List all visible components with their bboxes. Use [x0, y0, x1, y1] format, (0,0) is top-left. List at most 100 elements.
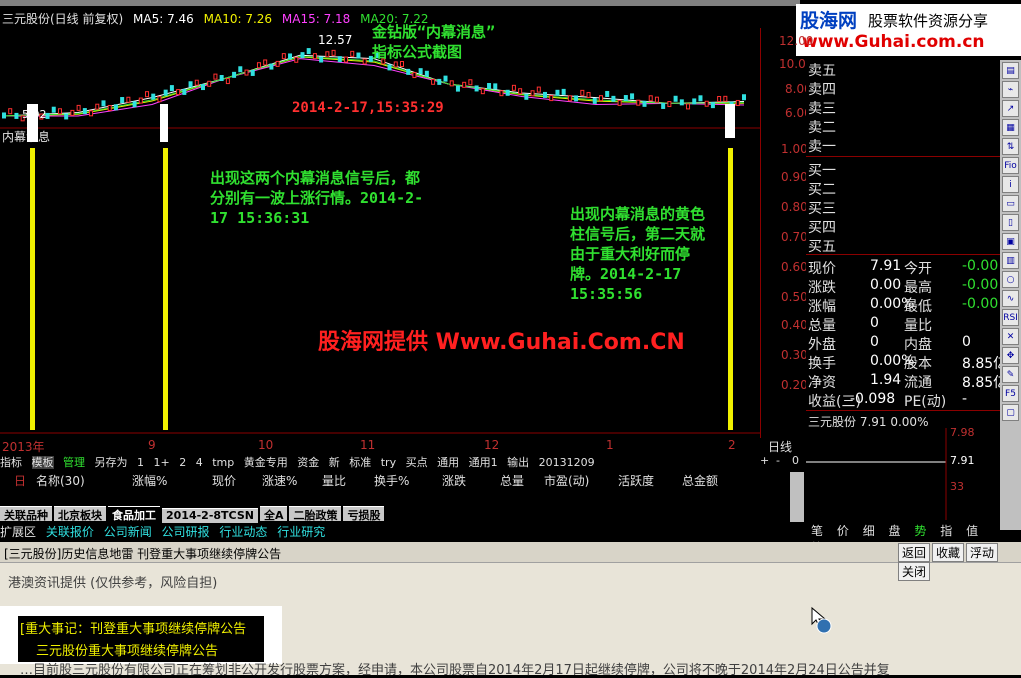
- col-pe[interactable]: 市盈(动): [544, 472, 589, 489]
- col-change[interactable]: 涨幅%: [132, 472, 167, 489]
- wave-icon[interactable]: ∿: [1002, 290, 1019, 307]
- cross-icon[interactable]: ✕: [1002, 328, 1019, 345]
- tb-2[interactable]: 2: [179, 456, 186, 469]
- dtab-book[interactable]: 盘: [889, 524, 901, 538]
- tab-beijing[interactable]: 北京板块: [54, 506, 106, 522]
- col-name[interactable]: 名称(30): [36, 472, 85, 489]
- candle: [151, 93, 156, 100]
- chart-icon[interactable]: ⌁: [1002, 81, 1019, 98]
- candle: [499, 90, 504, 97]
- col-amount[interactable]: 总金额: [682, 472, 718, 489]
- col-volume[interactable]: 总量: [500, 472, 524, 489]
- info-icon[interactable]: i: [1002, 176, 1019, 193]
- circle-icon[interactable]: ○: [1002, 271, 1019, 288]
- col-speed[interactable]: 涨速%: [262, 472, 297, 489]
- sort-icon[interactable]: ⇅: [1002, 138, 1019, 155]
- tb-saveas[interactable]: 另存为: [95, 456, 128, 469]
- bid-1: 买一: [808, 163, 836, 179]
- mini-tick: 7.98: [950, 426, 975, 439]
- dtab-trade[interactable]: 笔: [811, 524, 823, 538]
- subtab-ext[interactable]: 扩展区: [0, 525, 36, 539]
- news-body: …目前股三元股份有限公司正在筹划非公开发行股票方案，经申请，本公司股票自2014…: [20, 663, 890, 678]
- subtab-industry[interactable]: 行业动态: [219, 525, 267, 539]
- bid-2: 买二: [808, 182, 836, 198]
- rsi-icon[interactable]: RSI: [1002, 309, 1019, 326]
- candle: [455, 85, 460, 92]
- tb-general[interactable]: 通用: [437, 456, 459, 469]
- trend-icon[interactable]: ↗: [1002, 100, 1019, 117]
- subtab-indresearch[interactable]: 行业研究: [277, 525, 325, 539]
- col-turnover[interactable]: 换手%: [374, 472, 409, 489]
- subtab-quote[interactable]: 关联报价: [46, 525, 94, 539]
- tb-date[interactable]: 20131209: [539, 456, 595, 469]
- subtab-research[interactable]: 公司研报: [162, 525, 210, 539]
- list-icon[interactable]: ▤: [1002, 62, 1019, 79]
- tb-standard[interactable]: 标准: [349, 456, 371, 469]
- tb-indicator[interactable]: 指标: [0, 456, 22, 469]
- doc-icon[interactable]: ▭: [1002, 195, 1019, 212]
- tb-output[interactable]: 输出: [507, 456, 529, 469]
- col-volratio[interactable]: 量比: [322, 472, 346, 489]
- tab-food[interactable]: 食品加工: [108, 506, 160, 522]
- grid-icon[interactable]: ▦: [1002, 119, 1019, 136]
- page-icon[interactable]: ▯: [1002, 214, 1019, 231]
- candle: [281, 53, 286, 60]
- tb-4[interactable]: 4: [196, 456, 203, 469]
- tb-1plus[interactable]: 1+: [154, 456, 170, 469]
- col-price[interactable]: 现价: [212, 472, 236, 489]
- dtab-detail[interactable]: 细: [863, 524, 875, 538]
- move-icon[interactable]: ✥: [1002, 347, 1019, 364]
- tb-tmp[interactable]: tmp: [212, 456, 234, 469]
- dtab-trend[interactable]: 势: [914, 524, 926, 538]
- col-activity[interactable]: 活跃度: [618, 472, 654, 489]
- ask-1: 卖一: [808, 139, 836, 155]
- col-diff[interactable]: 涨跌: [442, 472, 466, 489]
- candle: [710, 102, 715, 109]
- tb-zero[interactable]: 0: [792, 454, 799, 467]
- dtab-price[interactable]: 价: [837, 524, 849, 538]
- tb-try[interactable]: try: [381, 456, 396, 469]
- candle: [213, 73, 218, 80]
- quote-value: -0.098: [850, 391, 896, 407]
- bar-icon[interactable]: ▥: [1002, 252, 1019, 269]
- tb-template[interactable]: 模板: [31, 456, 54, 469]
- mini-chart[interactable]: [806, 428, 1000, 520]
- tb-new[interactable]: 新: [329, 456, 340, 469]
- tab-loss[interactable]: 亏损股: [343, 506, 385, 522]
- quote-label: 换手: [808, 356, 836, 372]
- tab-custom[interactable]: 2014-2-8TCSN: [162, 508, 258, 523]
- tb-buypoint[interactable]: 买点: [406, 456, 428, 469]
- subtab-news[interactable]: 公司新闻: [104, 525, 152, 539]
- dtab-index[interactable]: 指: [940, 524, 952, 538]
- pen-icon[interactable]: ✎: [1002, 366, 1019, 383]
- favorite-button[interactable]: 收藏: [932, 543, 965, 562]
- event-popup[interactable]: [重大事记：刊登重大事项继续停牌公告 三元股份重大事项继续停牌公告: [18, 616, 264, 662]
- candle: [623, 95, 628, 102]
- f5-icon[interactable]: F5: [1002, 385, 1019, 402]
- tb-manage[interactable]: 管理: [63, 456, 85, 469]
- quote-label: 最低: [904, 299, 932, 315]
- window-icon[interactable]: ▢: [1002, 404, 1019, 421]
- tab-all-a[interactable]: 全A: [259, 506, 288, 522]
- candle: [225, 78, 230, 85]
- select-icon[interactable]: ▣: [1002, 233, 1019, 250]
- tb-1[interactable]: 1: [137, 456, 144, 469]
- candle: [431, 78, 436, 85]
- tb-general1[interactable]: 通用1: [469, 456, 498, 469]
- tb-fund[interactable]: 资金: [297, 456, 319, 469]
- float-button[interactable]: 浮动: [966, 543, 999, 562]
- event-label: [重大事记：刊登重大事项继续停牌公告: [20, 622, 247, 637]
- back-button[interactable]: 返回: [898, 543, 931, 562]
- f10-icon[interactable]: Fio: [1002, 157, 1019, 174]
- candle: [642, 100, 647, 107]
- stock-list-header: 日 名称(30) 涨幅% 现价 涨速% 量比 换手% 涨跌 总量 市盈(动) 活…: [0, 472, 790, 490]
- tb-minus[interactable]: -: [776, 454, 780, 467]
- tb-plus[interactable]: +: [760, 454, 769, 467]
- tab-second-child[interactable]: 二胎政策: [289, 506, 342, 522]
- tab-related[interactable]: 关联品种: [0, 506, 52, 522]
- signal-marker: [725, 104, 735, 138]
- close-button[interactable]: 关闭: [898, 562, 931, 581]
- tb-gold[interactable]: 黄金专用: [244, 456, 288, 469]
- dtab-value[interactable]: 值: [966, 524, 978, 538]
- quote-label: 净资: [808, 375, 836, 391]
